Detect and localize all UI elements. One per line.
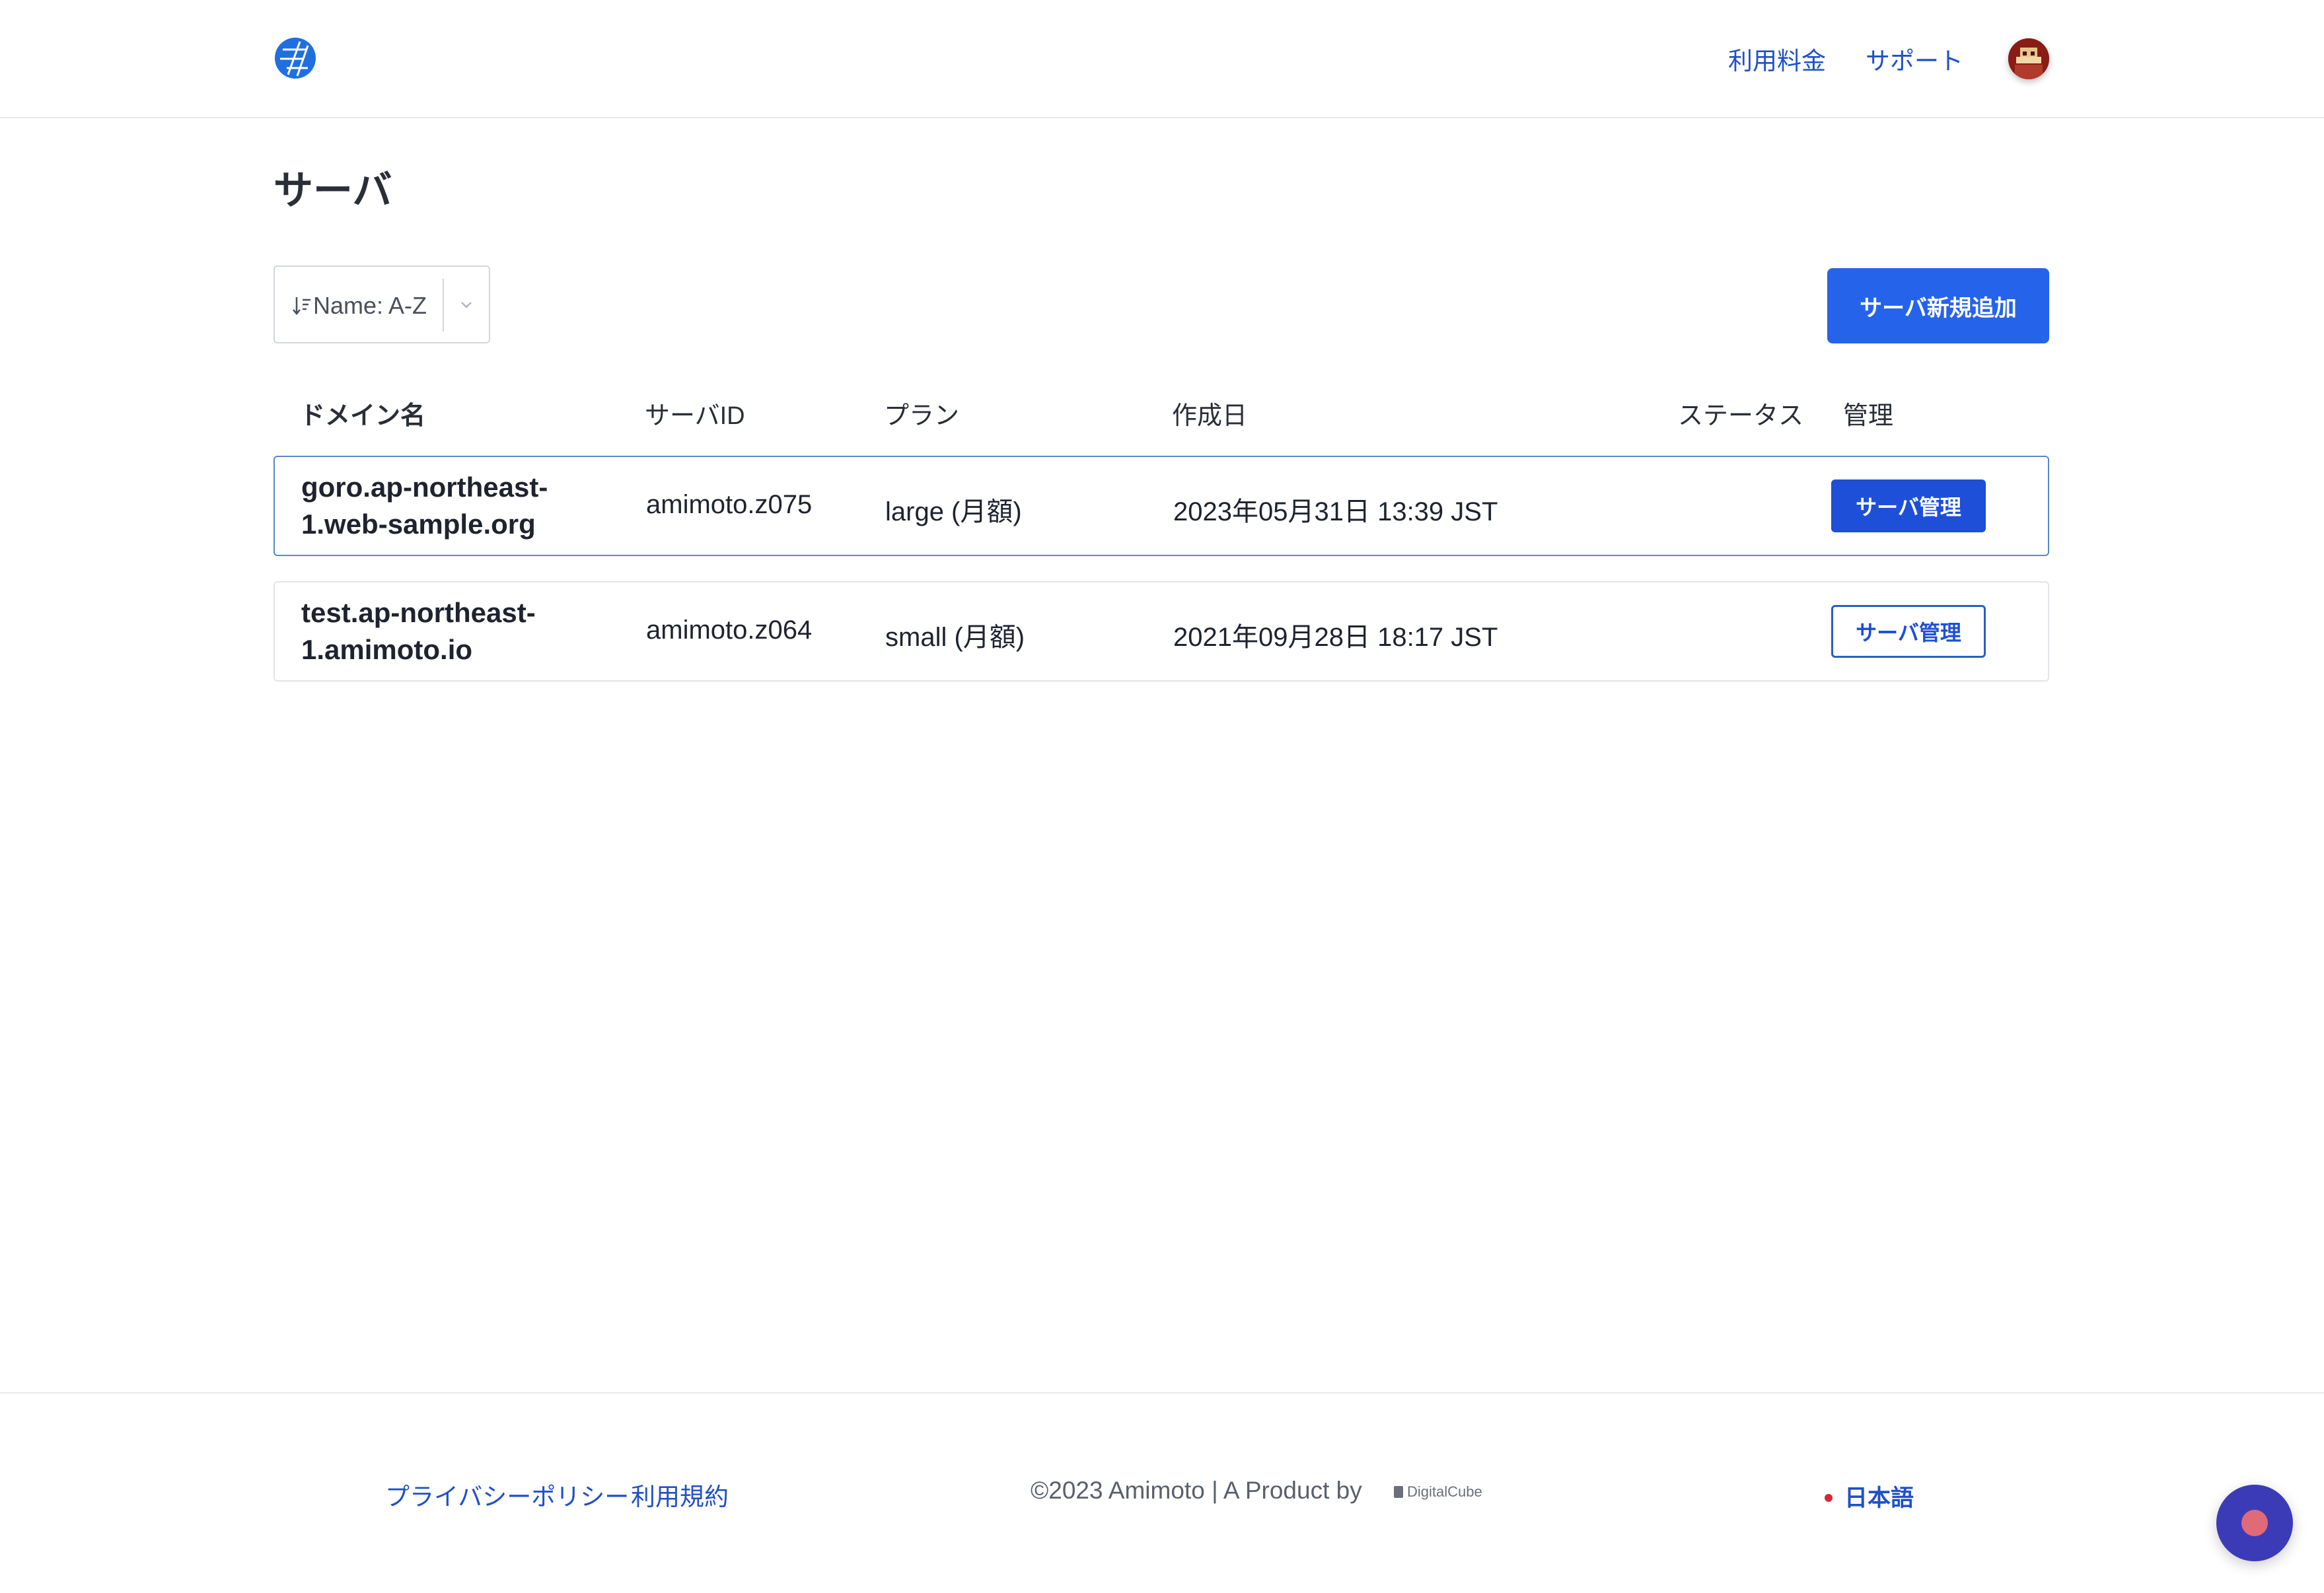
- nav-pricing-link[interactable]: 利用料金: [1728, 41, 1826, 77]
- footer: プライバシーポリシー 利用規約 ©2023 Amimoto | A Produc…: [0, 1392, 2324, 1593]
- chat-icon: [2241, 1510, 2268, 1536]
- page-title: サーバ: [273, 168, 392, 213]
- sort-icon: [293, 297, 310, 315]
- row-domain: goro.ap-northeast-1.web-sample.org: [301, 472, 548, 540]
- sort-select[interactable]: Name: A-Z: [273, 266, 490, 343]
- row-created: 2021年09月28日 18:17 JST: [1173, 623, 1498, 652]
- table-row[interactable]: test.ap-northeast-1.amimoto.io amimoto.z…: [273, 581, 2049, 682]
- amimoto-logo-icon[interactable]: [273, 36, 317, 80]
- row-plan: large (月額): [885, 497, 1022, 526]
- digitalcube-logo-icon: [1394, 1486, 1403, 1498]
- column-header-plan: プラン: [884, 402, 960, 430]
- column-header-created: 作成日: [1172, 402, 1248, 430]
- row-plan: small (月額): [885, 623, 1025, 652]
- digitalcube-logo[interactable]: DigitalCube: [1394, 1483, 1482, 1503]
- row-server-id: amimoto.z075: [646, 490, 813, 519]
- row-created: 2023年05月31日 13:39 JST: [1173, 497, 1498, 526]
- row-domain: test.ap-northeast-1.amimoto.io: [301, 597, 536, 665]
- language-switcher[interactable]: 日本語: [1844, 1479, 1914, 1513]
- sort-value: Name: A-Z: [313, 292, 427, 319]
- add-server-button[interactable]: サーバ新規追加: [1827, 268, 2049, 343]
- terms-link[interactable]: 利用規約: [631, 1477, 729, 1512]
- copyright-text: ©2023 Amimoto | A Product by: [1031, 1477, 1362, 1504]
- chat-widget-button[interactable]: [2216, 1485, 2293, 1561]
- row-server-id: amimoto.z064: [646, 616, 813, 645]
- server-manage-button[interactable]: サーバ管理: [1831, 605, 1986, 658]
- top-header: 利用料金 サポート: [0, 0, 2324, 118]
- user-avatar-icon[interactable]: [2008, 38, 2049, 79]
- column-header-status: ステータス: [1678, 402, 1804, 430]
- page: 利用料金 サポート サーバ Name: A-Z サーバ新規追加 ドメイン名 サー…: [0, 0, 2324, 1593]
- nav-support-link[interactable]: サポート: [1866, 41, 1963, 77]
- column-header-server-id: サーバID: [645, 402, 745, 430]
- digitalcube-brand: DigitalCube: [1407, 1483, 1482, 1500]
- chevron-down-icon[interactable]: [457, 297, 476, 313]
- select-divider: [443, 279, 444, 332]
- table-row[interactable]: goro.ap-northeast-1.web-sample.org amimo…: [273, 456, 2049, 556]
- column-header-domain: ドメイン名: [300, 402, 426, 430]
- language-indicator-icon: [1825, 1494, 1833, 1502]
- privacy-policy-link[interactable]: プライバシーポリシー: [385, 1477, 629, 1512]
- server-manage-button[interactable]: サーバ管理: [1831, 479, 1986, 532]
- column-header-manage: 管理: [1843, 402, 1894, 430]
